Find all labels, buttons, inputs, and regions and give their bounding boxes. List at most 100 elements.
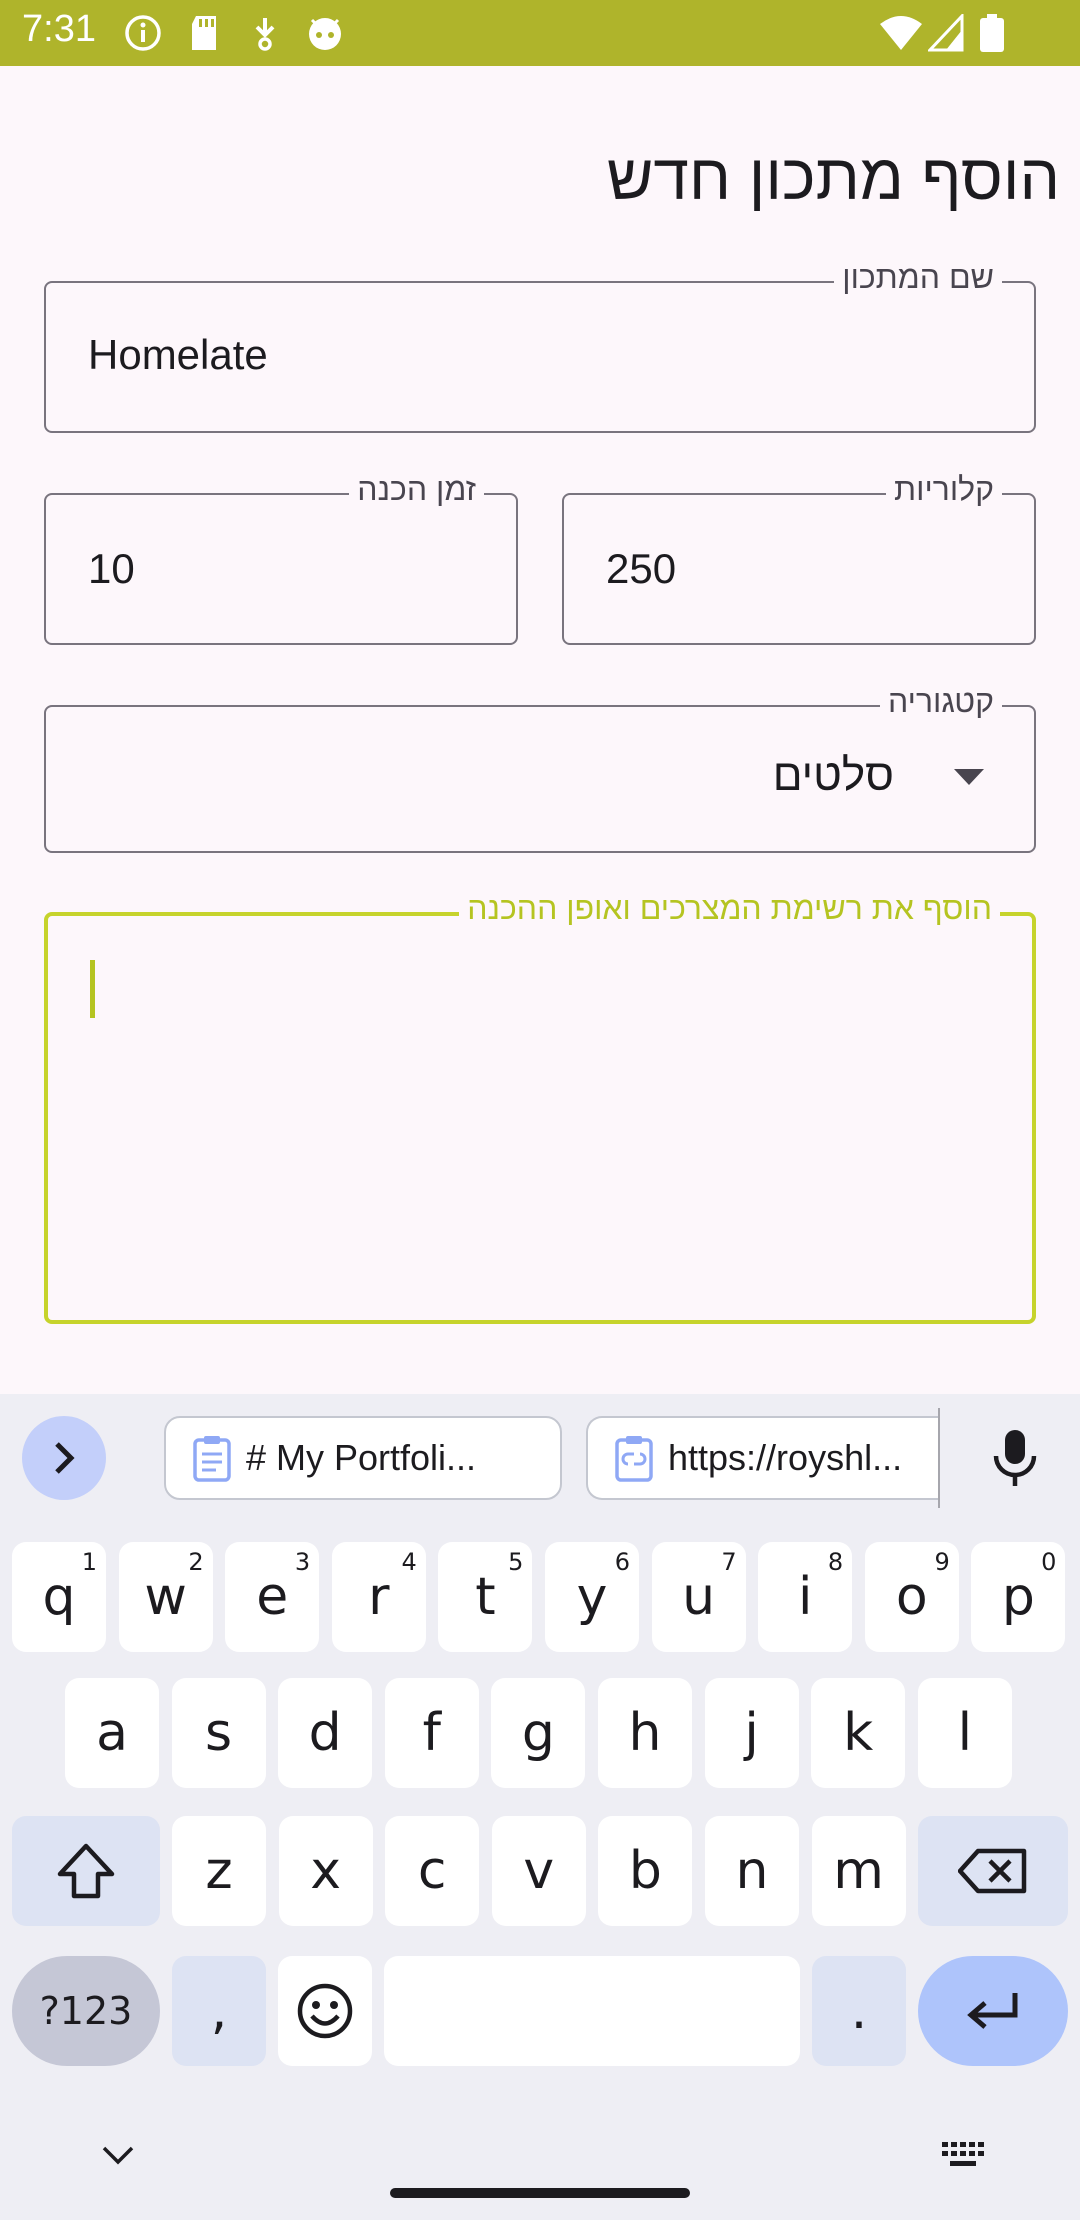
space-key[interactable] (384, 1956, 800, 2066)
keyboard: # My Portfoli... https://royshl... ?123 … (0, 1394, 1080, 2220)
key-l[interactable]: l (917, 1678, 1012, 1788)
keyboard-switch-icon[interactable] (940, 2140, 986, 2177)
key-q[interactable]: q1 (12, 1542, 106, 1652)
key-p[interactable]: p0 (971, 1542, 1066, 1652)
key-j[interactable]: j (704, 1678, 799, 1788)
key-p-hint: 0 (1041, 1548, 1057, 1576)
key-h-label: h (628, 1703, 662, 1763)
key-h[interactable]: h (598, 1678, 692, 1788)
key-u-hint: 7 (721, 1548, 737, 1576)
recipe-name-value: Homelate (88, 331, 268, 378)
sd-card-icon (188, 14, 220, 52)
prep-time-field[interactable]: זמן הכנה 10 (44, 471, 518, 645)
backspace-key[interactable] (918, 1816, 1068, 1926)
enter-icon (967, 1993, 1018, 2029)
key-f[interactable]: f (384, 1678, 479, 1788)
home-indicator[interactable] (390, 2188, 690, 2198)
key-c[interactable]: c (385, 1816, 480, 1926)
key-m-label: m (833, 1841, 884, 1901)
key-d[interactable]: d (278, 1678, 373, 1788)
comma-key[interactable]: , (172, 1956, 266, 2066)
key-w[interactable]: w2 (118, 1542, 213, 1652)
key-s[interactable]: s (171, 1678, 266, 1788)
status-time: 7:31 (22, 8, 96, 50)
clipboard-chip-1[interactable]: # My Portfoli... (164, 1416, 562, 1500)
cell-signal-icon (928, 14, 964, 52)
key-k[interactable]: k (811, 1678, 906, 1788)
clipboard-icon (193, 1436, 231, 1482)
key-n-label: n (735, 1841, 769, 1901)
key-i[interactable]: i8 (758, 1542, 853, 1652)
category-dropdown[interactable]: קטגוריה סלטים (44, 683, 1036, 853)
key-e[interactable]: e3 (225, 1542, 320, 1652)
period-key[interactable]: . (812, 1956, 906, 2066)
clipboard-chip-2-text: https://royshl... (668, 1437, 903, 1478)
clipboard-link-icon (615, 1436, 653, 1482)
key-r[interactable]: r4 (331, 1542, 426, 1652)
key-u[interactable]: u7 (651, 1542, 746, 1652)
key-c-label: c (417, 1841, 447, 1901)
prep-time-label: זמן הכנה (349, 471, 484, 508)
emoji-key[interactable] (278, 1956, 372, 2066)
category-label: קטגוריה (879, 683, 1002, 720)
calories-field[interactable]: קלוריות 250 (562, 471, 1036, 645)
android-icon (306, 14, 344, 52)
key-e-label: e (256, 1567, 289, 1627)
microphone-icon[interactable] (990, 1428, 1040, 1495)
hide-keyboard-icon[interactable] (100, 2144, 136, 2171)
text-cursor (90, 960, 95, 1018)
instructions-field[interactable]: הוסף את רשימת המצרכים ואופן ההכנה (44, 890, 1036, 1324)
wifi-icon (878, 14, 924, 52)
key-z-label: z (205, 1841, 233, 1901)
page-title: הוסף מתכון חדש (606, 141, 1060, 213)
key-q-label: q (42, 1567, 76, 1627)
key-r-hint: 4 (401, 1548, 417, 1576)
shift-icon (57, 1843, 115, 1899)
key-y-label: y (576, 1567, 608, 1627)
key-y-hint: 6 (614, 1548, 630, 1576)
calories-label: קלוריות (886, 471, 1002, 508)
key-a[interactable]: a (65, 1678, 159, 1788)
key-k-label: k (843, 1703, 874, 1763)
info-icon (124, 14, 162, 52)
key-m[interactable]: m (811, 1816, 906, 1926)
key-n[interactable]: n (705, 1816, 799, 1926)
key-r-label: r (368, 1567, 390, 1627)
enter-key[interactable] (918, 1956, 1068, 2066)
key-o-hint: 9 (934, 1548, 950, 1576)
key-o[interactable]: o9 (864, 1542, 959, 1652)
chevron-right-icon (55, 1442, 75, 1474)
key-t[interactable]: t5 (438, 1542, 533, 1652)
expand-toolbar-button[interactable] (22, 1416, 106, 1500)
key-q-hint: 1 (81, 1548, 97, 1576)
key-x-label: x (310, 1841, 341, 1901)
key-d-label: d (308, 1703, 342, 1763)
key-g[interactable]: g (491, 1678, 586, 1788)
key-t-label: t (475, 1567, 496, 1627)
dropdown-arrow-icon[interactable] (954, 769, 984, 790)
key-l-label: l (957, 1703, 973, 1763)
recipe-name-label: שם המתכון (834, 259, 1002, 296)
backspace-icon (958, 1848, 1027, 1894)
clipboard-chip-2[interactable]: https://royshl... (586, 1416, 940, 1500)
key-x[interactable]: x (278, 1816, 373, 1926)
key-u-label: u (682, 1567, 716, 1627)
key-v[interactable]: v (491, 1816, 586, 1926)
emoji-icon (297, 1983, 353, 2039)
key-b[interactable]: b (598, 1816, 693, 1926)
symbols-key[interactable]: ?123 (12, 1956, 160, 2066)
key-i-hint: 8 (827, 1548, 844, 1576)
key-a-label: a (96, 1703, 128, 1763)
key-j-label: j (744, 1703, 759, 1763)
calories-value: 250 (606, 545, 677, 592)
prep-time-value: 10 (88, 545, 135, 592)
recipe-name-field[interactable]: שם המתכון Homelate (44, 259, 1036, 433)
key-y[interactable]: y6 (545, 1542, 639, 1652)
shift-key[interactable] (12, 1816, 160, 1926)
toolbar-divider (938, 1408, 940, 1508)
clipboard-chip-1-text: # My Portfoli... (246, 1437, 477, 1478)
key-v-label: v (523, 1841, 555, 1901)
key-z[interactable]: z (172, 1816, 266, 1926)
key-i-label: i (797, 1567, 813, 1627)
key-g-label: g (521, 1703, 555, 1763)
